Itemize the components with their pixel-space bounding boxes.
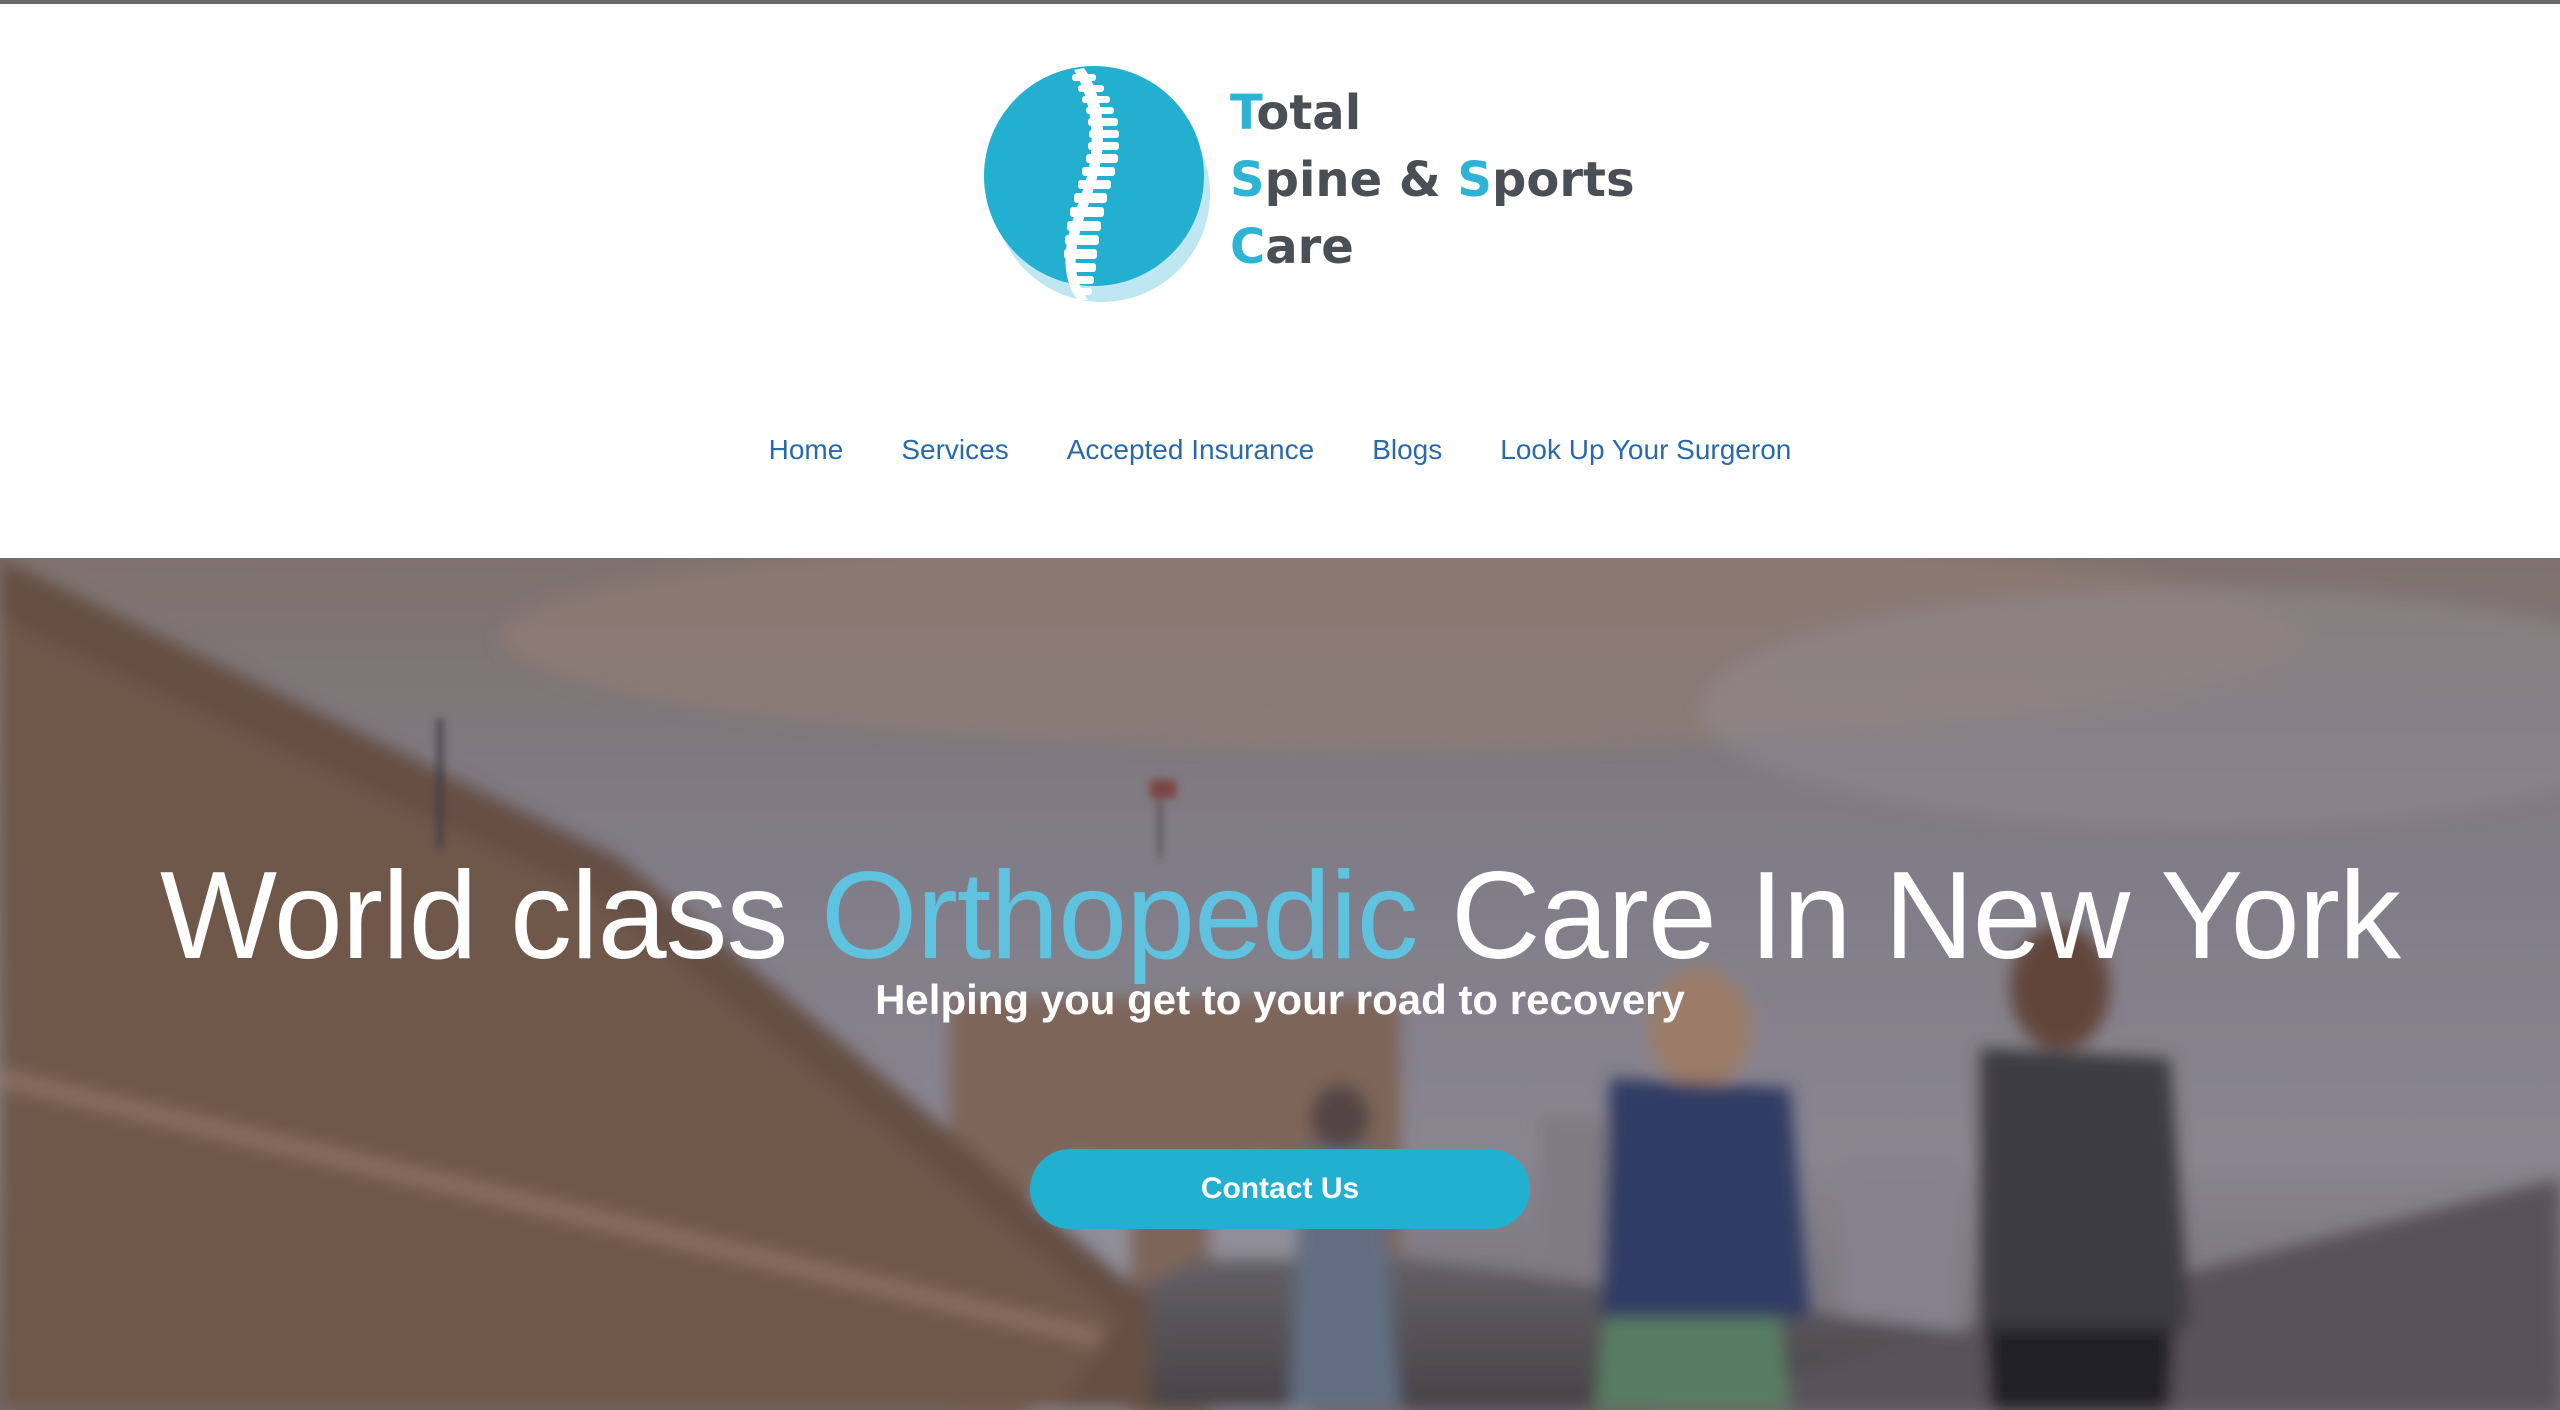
brand-line-1: Total (1230, 80, 1635, 147)
nav-services[interactable]: Services (901, 434, 1008, 466)
brand-name: Total Spine & Sports Care (1230, 80, 1635, 281)
nav-home[interactable]: Home (769, 434, 844, 466)
brand-initial-t: T (1230, 85, 1257, 141)
hero-title-prefix: World class (160, 847, 822, 985)
brand-initial-s2: S (1457, 152, 1492, 208)
brand-initial-s1: S (1230, 152, 1265, 208)
brand-line-3: Care (1230, 214, 1635, 281)
brand-word-care: are (1265, 219, 1354, 275)
hero-subtitle: Helping you get to your road to recovery (875, 976, 1685, 1023)
brand-word-total: otal (1256, 85, 1362, 141)
site-logo[interactable]: Total Spine & Sports Care (980, 58, 1635, 308)
brand-word-spine: pine & (1264, 152, 1458, 208)
spine-icon (984, 66, 1210, 302)
hero-title-suffix: Care In New York (1417, 847, 2401, 985)
nav-blogs[interactable]: Blogs (1372, 434, 1442, 466)
contact-us-button[interactable]: Contact Us (1030, 1149, 1530, 1229)
hero-section: World class Orthopedic Care In New York … (0, 558, 2560, 1410)
page: Total Spine & Sports Care Home Services … (0, 0, 2560, 1410)
site-header: Total Spine & Sports Care Home Services … (0, 4, 2560, 558)
brand-initial-c: C (1230, 219, 1266, 275)
main-nav: Home Services Accepted Insurance Blogs L… (0, 434, 2560, 466)
brand-word-sports: ports (1491, 152, 1635, 208)
hero-title: World class Orthopedic Care In New York (0, 846, 2560, 986)
nav-look-up-surgeon[interactable]: Look Up Your Surgeron (1500, 434, 1791, 466)
brand-line-2: Spine & Sports (1230, 147, 1635, 214)
hero-title-accent: Orthopedic (821, 847, 1419, 985)
nav-accepted-insurance[interactable]: Accepted Insurance (1067, 434, 1315, 466)
